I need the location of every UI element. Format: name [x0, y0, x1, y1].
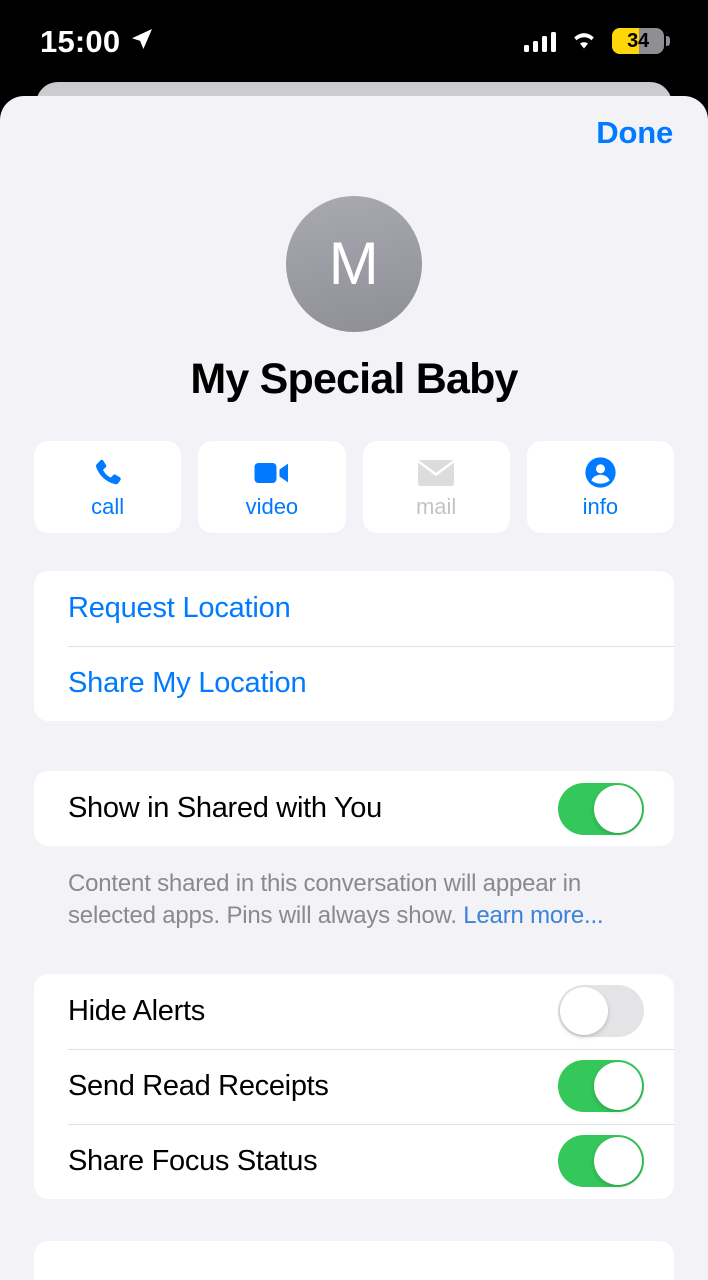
share-focus-status-row[interactable]: Share Focus Status	[34, 1123, 674, 1199]
request-location-label: Request Location	[68, 592, 291, 625]
sheet-nav-bar: Done	[0, 96, 708, 168]
status-bar: 15:00 34	[0, 0, 708, 82]
done-button[interactable]: Done	[596, 117, 673, 148]
show-in-shared-with-you-row[interactable]: Show in Shared with You	[34, 771, 674, 846]
show-in-shared-with-you-toggle[interactable]	[558, 782, 644, 835]
share-my-location-label: Share My Location	[68, 667, 307, 700]
send-read-receipts-label: Send Read Receipts	[68, 1069, 329, 1102]
hide-alerts-toggle[interactable]	[558, 985, 644, 1038]
share-focus-status-toggle[interactable]	[558, 1135, 644, 1188]
share-focus-status-label: Share Focus Status	[68, 1144, 318, 1177]
info-label: info	[582, 493, 619, 519]
request-location-row[interactable]: Request Location	[34, 571, 674, 646]
send-read-receipts-row[interactable]: Send Read Receipts	[34, 1048, 674, 1124]
person-circle-icon	[584, 457, 617, 489]
status-bar-clock: 15:00	[40, 23, 121, 59]
phone-icon	[92, 457, 123, 489]
location-arrow-icon	[130, 27, 154, 56]
info-button[interactable]: info	[526, 441, 674, 534]
toggle-knob	[594, 1137, 642, 1186]
cellular-signal-icon	[523, 31, 556, 52]
contact-name: My Special Baby	[190, 355, 518, 403]
toggle-knob	[560, 987, 608, 1036]
video-label: video	[245, 493, 299, 519]
contact-header: M My Special Baby	[0, 168, 708, 403]
contact-details-sheet: Done M My Special Baby call video mail i…	[0, 96, 708, 1280]
status-bar-right: 34	[523, 28, 670, 55]
envelope-icon	[417, 457, 455, 489]
shared-with-you-footnote: Content shared in this conversation will…	[68, 868, 658, 931]
avatar[interactable]: M	[286, 196, 422, 332]
mail-label: mail	[415, 493, 457, 519]
call-button[interactable]: call	[34, 441, 182, 534]
call-label: call	[91, 493, 125, 519]
video-camera-icon	[254, 457, 290, 489]
avatar-initial: M	[328, 230, 380, 297]
notification-settings-card: Hide Alerts Send Read Receipts Share Foc…	[34, 973, 674, 1199]
wifi-icon	[569, 28, 599, 55]
quick-actions: call video mail info	[0, 441, 708, 534]
video-button[interactable]: video	[198, 441, 346, 534]
show-in-shared-with-you-label: Show in Shared with You	[68, 792, 382, 825]
next-section-card	[34, 1240, 674, 1280]
hide-alerts-label: Hide Alerts	[68, 994, 205, 1027]
status-bar-left: 15:00	[40, 26, 154, 57]
toggle-knob	[594, 784, 642, 833]
battery-percent: 34	[627, 30, 649, 52]
phone-screen: 15:00 34 Done M My Special Baby call vid…	[0, 0, 708, 1280]
mail-button[interactable]: mail	[362, 441, 510, 534]
learn-more-link[interactable]: Learn more...	[463, 902, 603, 929]
send-read-receipts-toggle[interactable]	[558, 1060, 644, 1113]
toggle-knob	[594, 1062, 642, 1111]
battery-indicator: 34	[612, 28, 670, 54]
share-my-location-row[interactable]: Share My Location	[34, 646, 674, 721]
hide-alerts-row[interactable]: Hide Alerts	[34, 974, 674, 1049]
location-card: Request Location Share My Location	[34, 571, 674, 722]
shared-with-you-card: Show in Shared with You	[34, 771, 674, 847]
battery-cap	[666, 36, 670, 46]
